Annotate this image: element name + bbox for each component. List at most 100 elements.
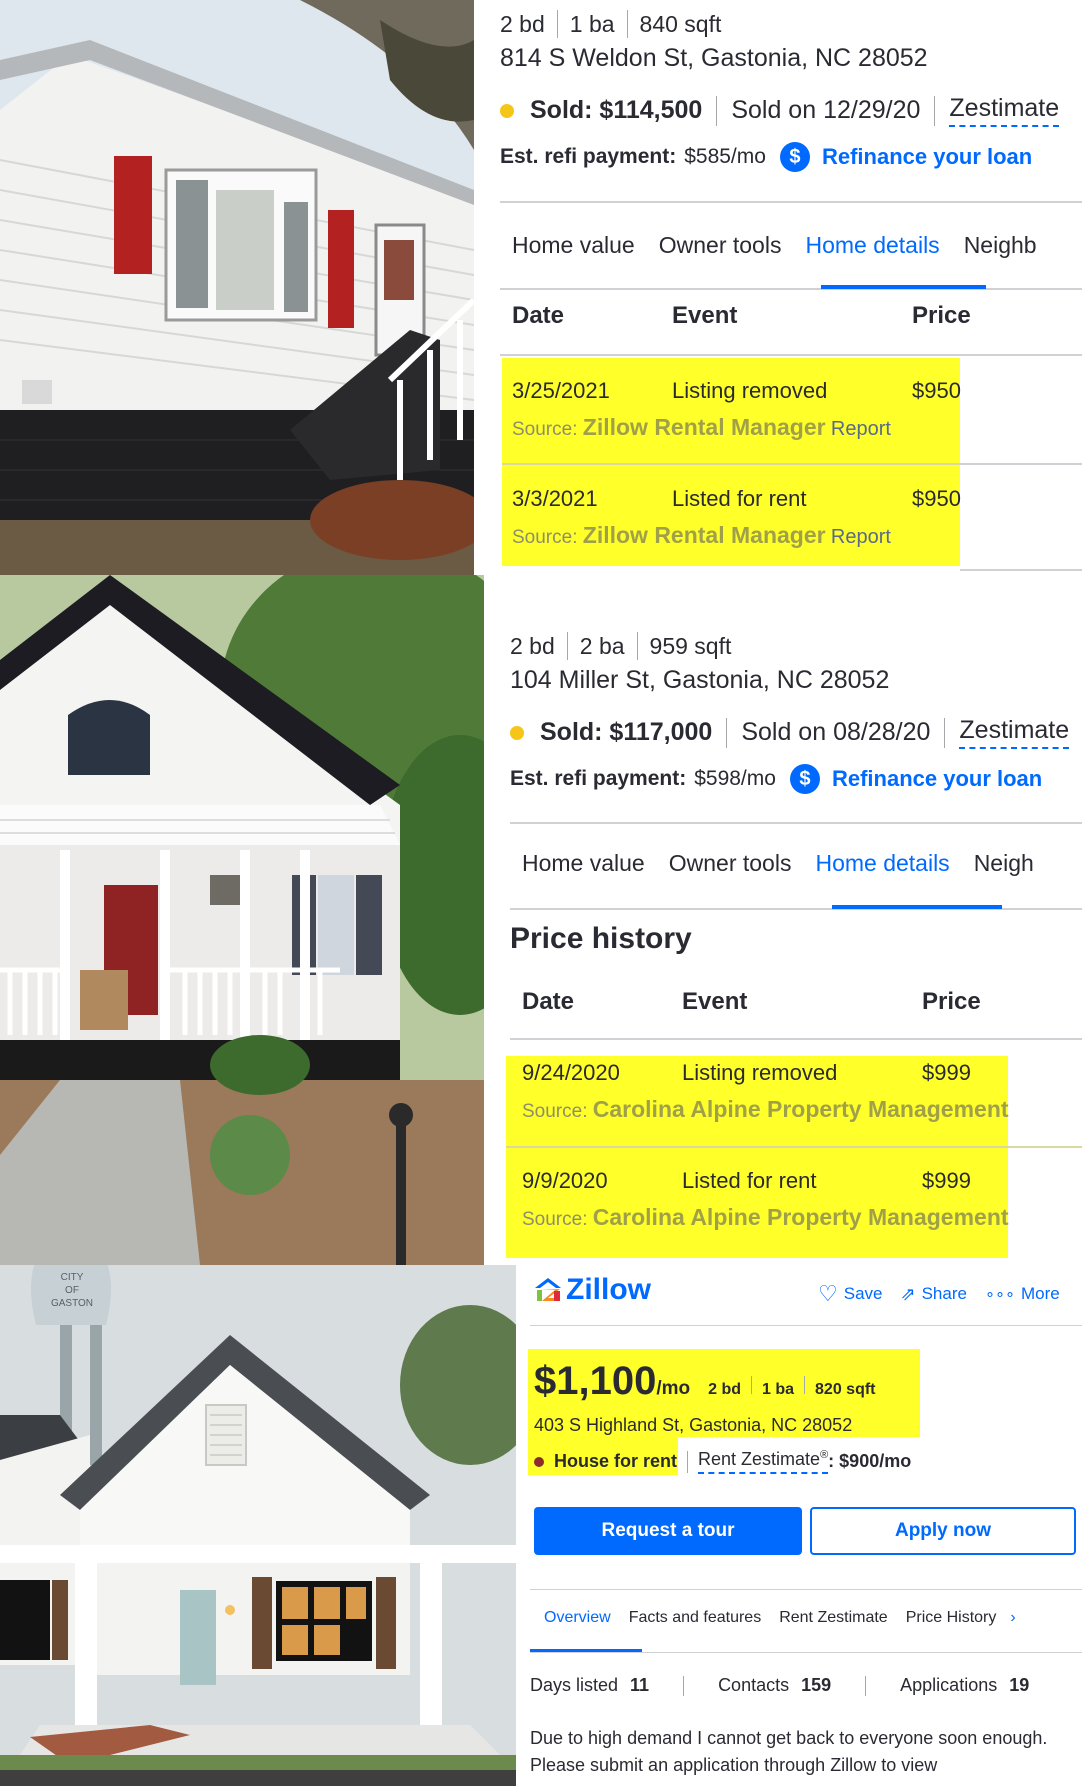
divider bbox=[934, 95, 936, 126]
status-dot-icon bbox=[534, 1456, 544, 1467]
house-photo-weldon bbox=[0, 0, 474, 575]
status-row: House for rent Rent Zestimate® : $900/mo bbox=[534, 1449, 911, 1474]
stats-row: Days listed 11 Contacts 159 Applications… bbox=[530, 1675, 1029, 1696]
divider bbox=[556, 10, 558, 38]
refinance-link[interactable]: Refinance your loan bbox=[822, 144, 1032, 170]
baths: 1 ba bbox=[569, 10, 615, 37]
divider bbox=[865, 1675, 867, 1696]
divider bbox=[716, 95, 718, 126]
col-date: Date bbox=[522, 988, 575, 1015]
tab-home-value[interactable]: Home value bbox=[510, 850, 657, 877]
chevron-right-icon[interactable]: › bbox=[1010, 1609, 1015, 1627]
row-source: Source: Zillow Rental Manager Report bbox=[512, 522, 891, 549]
zestimate-link[interactable]: Zestimate bbox=[959, 716, 1070, 749]
contacts-value: 159 bbox=[801, 1675, 832, 1695]
tab-owner-tools[interactable]: Owner tools bbox=[657, 850, 804, 877]
report-link[interactable]: Report bbox=[831, 418, 891, 440]
beds: 2 bd bbox=[510, 632, 555, 659]
beds: 2 bd bbox=[500, 10, 545, 37]
tab-neighborhood[interactable]: Neigh bbox=[962, 850, 1046, 877]
more-icon[interactable]: ∘∘∘ bbox=[985, 1284, 1015, 1304]
source-name: Zillow Rental Manager bbox=[582, 414, 826, 440]
divider bbox=[687, 1450, 689, 1473]
zillow-wordmark: Zillow bbox=[566, 1273, 651, 1306]
divider bbox=[751, 1376, 753, 1394]
apply-now-button[interactable]: Apply now bbox=[810, 1507, 1076, 1555]
source-name: Carolina Alpine Property Management bbox=[592, 1204, 1009, 1230]
tab-bar: Home value Owner tools Home details Neig… bbox=[510, 850, 1046, 877]
tab-bar: Home value Owner tools Home details Neig… bbox=[500, 232, 1049, 259]
report-link[interactable]: Report bbox=[831, 526, 891, 548]
listing-panel-miller: 2 bd 2 ba 959 sqft 104 Miller St, Gaston… bbox=[484, 620, 1082, 1265]
divider bbox=[726, 717, 728, 748]
days-label: Days listed bbox=[530, 1675, 619, 1695]
row-date: 9/9/2020 bbox=[522, 1168, 608, 1193]
refinance-link[interactable]: Refinance your loan bbox=[832, 766, 1042, 792]
baths: 2 ba bbox=[579, 632, 625, 659]
baths: 1 ba bbox=[762, 1381, 795, 1398]
source-name: Zillow Rental Manager bbox=[582, 522, 826, 548]
share-icon[interactable]: ⇗ bbox=[900, 1284, 915, 1305]
sqft: 820 sqft bbox=[815, 1381, 876, 1398]
tab-home-details[interactable]: Home details bbox=[793, 232, 951, 259]
status-text: House for rent bbox=[554, 1451, 678, 1471]
water-tower-text: CITY bbox=[61, 1272, 84, 1283]
tab-overview[interactable]: Overview bbox=[544, 1609, 611, 1627]
tab-owner-tools[interactable]: Owner tools bbox=[647, 232, 794, 259]
dollar-icon: $ bbox=[779, 142, 810, 172]
row-price: $950 bbox=[912, 378, 961, 403]
divider bbox=[960, 569, 1082, 571]
row-price: $950 bbox=[912, 486, 961, 511]
refi-row: Est. refi payment: $598/mo $ Refinance y… bbox=[510, 764, 1042, 794]
contacts-label: Contacts bbox=[718, 1675, 790, 1695]
applications-value: 19 bbox=[1009, 1675, 1030, 1695]
refi-value: $598/mo bbox=[694, 767, 776, 790]
tab-price-history[interactable]: Price History bbox=[906, 1609, 997, 1627]
save-button[interactable]: Save bbox=[844, 1284, 883, 1304]
divider bbox=[530, 1652, 1082, 1653]
tab-rent-zestimate[interactable]: Rent Zestimate bbox=[779, 1609, 887, 1627]
dollar-icon: $ bbox=[789, 764, 820, 794]
divider bbox=[530, 1325, 1082, 1326]
rent-zestimate-value: : $900/mo bbox=[828, 1451, 912, 1471]
source-label: Source: bbox=[512, 419, 578, 440]
tab-bar: Overview Facts and features Rent Zestima… bbox=[544, 1609, 1016, 1627]
sold-date: Sold on 08/28/20 bbox=[741, 718, 931, 746]
tab-neighborhood[interactable]: Neighb bbox=[952, 232, 1049, 259]
heart-icon[interactable]: ♡ bbox=[818, 1281, 838, 1307]
sqft: 840 sqft bbox=[639, 10, 722, 37]
request-tour-button[interactable]: Request a tour bbox=[534, 1507, 802, 1555]
tab-facts[interactable]: Facts and features bbox=[629, 1609, 762, 1627]
home-facts: 2 bd 2 ba 959 sqft bbox=[510, 632, 731, 660]
tab-home-value[interactable]: Home value bbox=[500, 232, 647, 259]
divider bbox=[960, 463, 1082, 465]
row-event: Listed for rent bbox=[682, 1168, 817, 1193]
zestimate-link[interactable]: Zestimate bbox=[949, 94, 1060, 127]
sold-status: Sold: $114,500 Sold on 12/29/20 Zestimat… bbox=[500, 94, 1060, 127]
listing-panel-weldon: 2 bd 1 ba 840 sqft 814 S Weldon St, Gast… bbox=[474, 0, 1082, 575]
col-date: Date bbox=[512, 302, 565, 329]
refi-value: $585/mo bbox=[684, 145, 766, 168]
share-button[interactable]: Share bbox=[922, 1284, 967, 1304]
refi-label: Est. refi payment: bbox=[510, 767, 687, 790]
action-bar: ♡ Save ⇗ Share ∘∘∘ More bbox=[818, 1281, 1060, 1307]
divider bbox=[626, 10, 628, 38]
zillow-logo[interactable]: Zillow bbox=[534, 1273, 651, 1307]
source-label: Source: bbox=[522, 1209, 588, 1230]
rent-zestimate-link[interactable]: Rent Zestimate® bbox=[698, 1449, 829, 1474]
days-value: 11 bbox=[630, 1675, 650, 1695]
divider bbox=[944, 717, 946, 748]
svg-text:GASTON: GASTON bbox=[51, 1298, 93, 1309]
active-tab-indicator bbox=[832, 905, 1002, 909]
tab-home-details[interactable]: Home details bbox=[803, 850, 961, 877]
address: 104 Miller St, Gastonia, NC 28052 bbox=[510, 666, 890, 694]
divider bbox=[500, 288, 1082, 290]
sold-price: Sold: $114,500 bbox=[530, 96, 703, 124]
more-button[interactable]: More bbox=[1021, 1284, 1060, 1304]
description: Due to high demand I cannot get back to … bbox=[530, 1728, 1048, 1775]
zillow-logo-icon bbox=[535, 1278, 561, 1301]
source-label: Source: bbox=[512, 527, 578, 548]
registered-mark: ® bbox=[820, 1449, 829, 1461]
home-facts: 2 bd 1 ba 840 sqft bbox=[500, 10, 721, 38]
sold-date: Sold on 12/29/20 bbox=[731, 96, 921, 124]
